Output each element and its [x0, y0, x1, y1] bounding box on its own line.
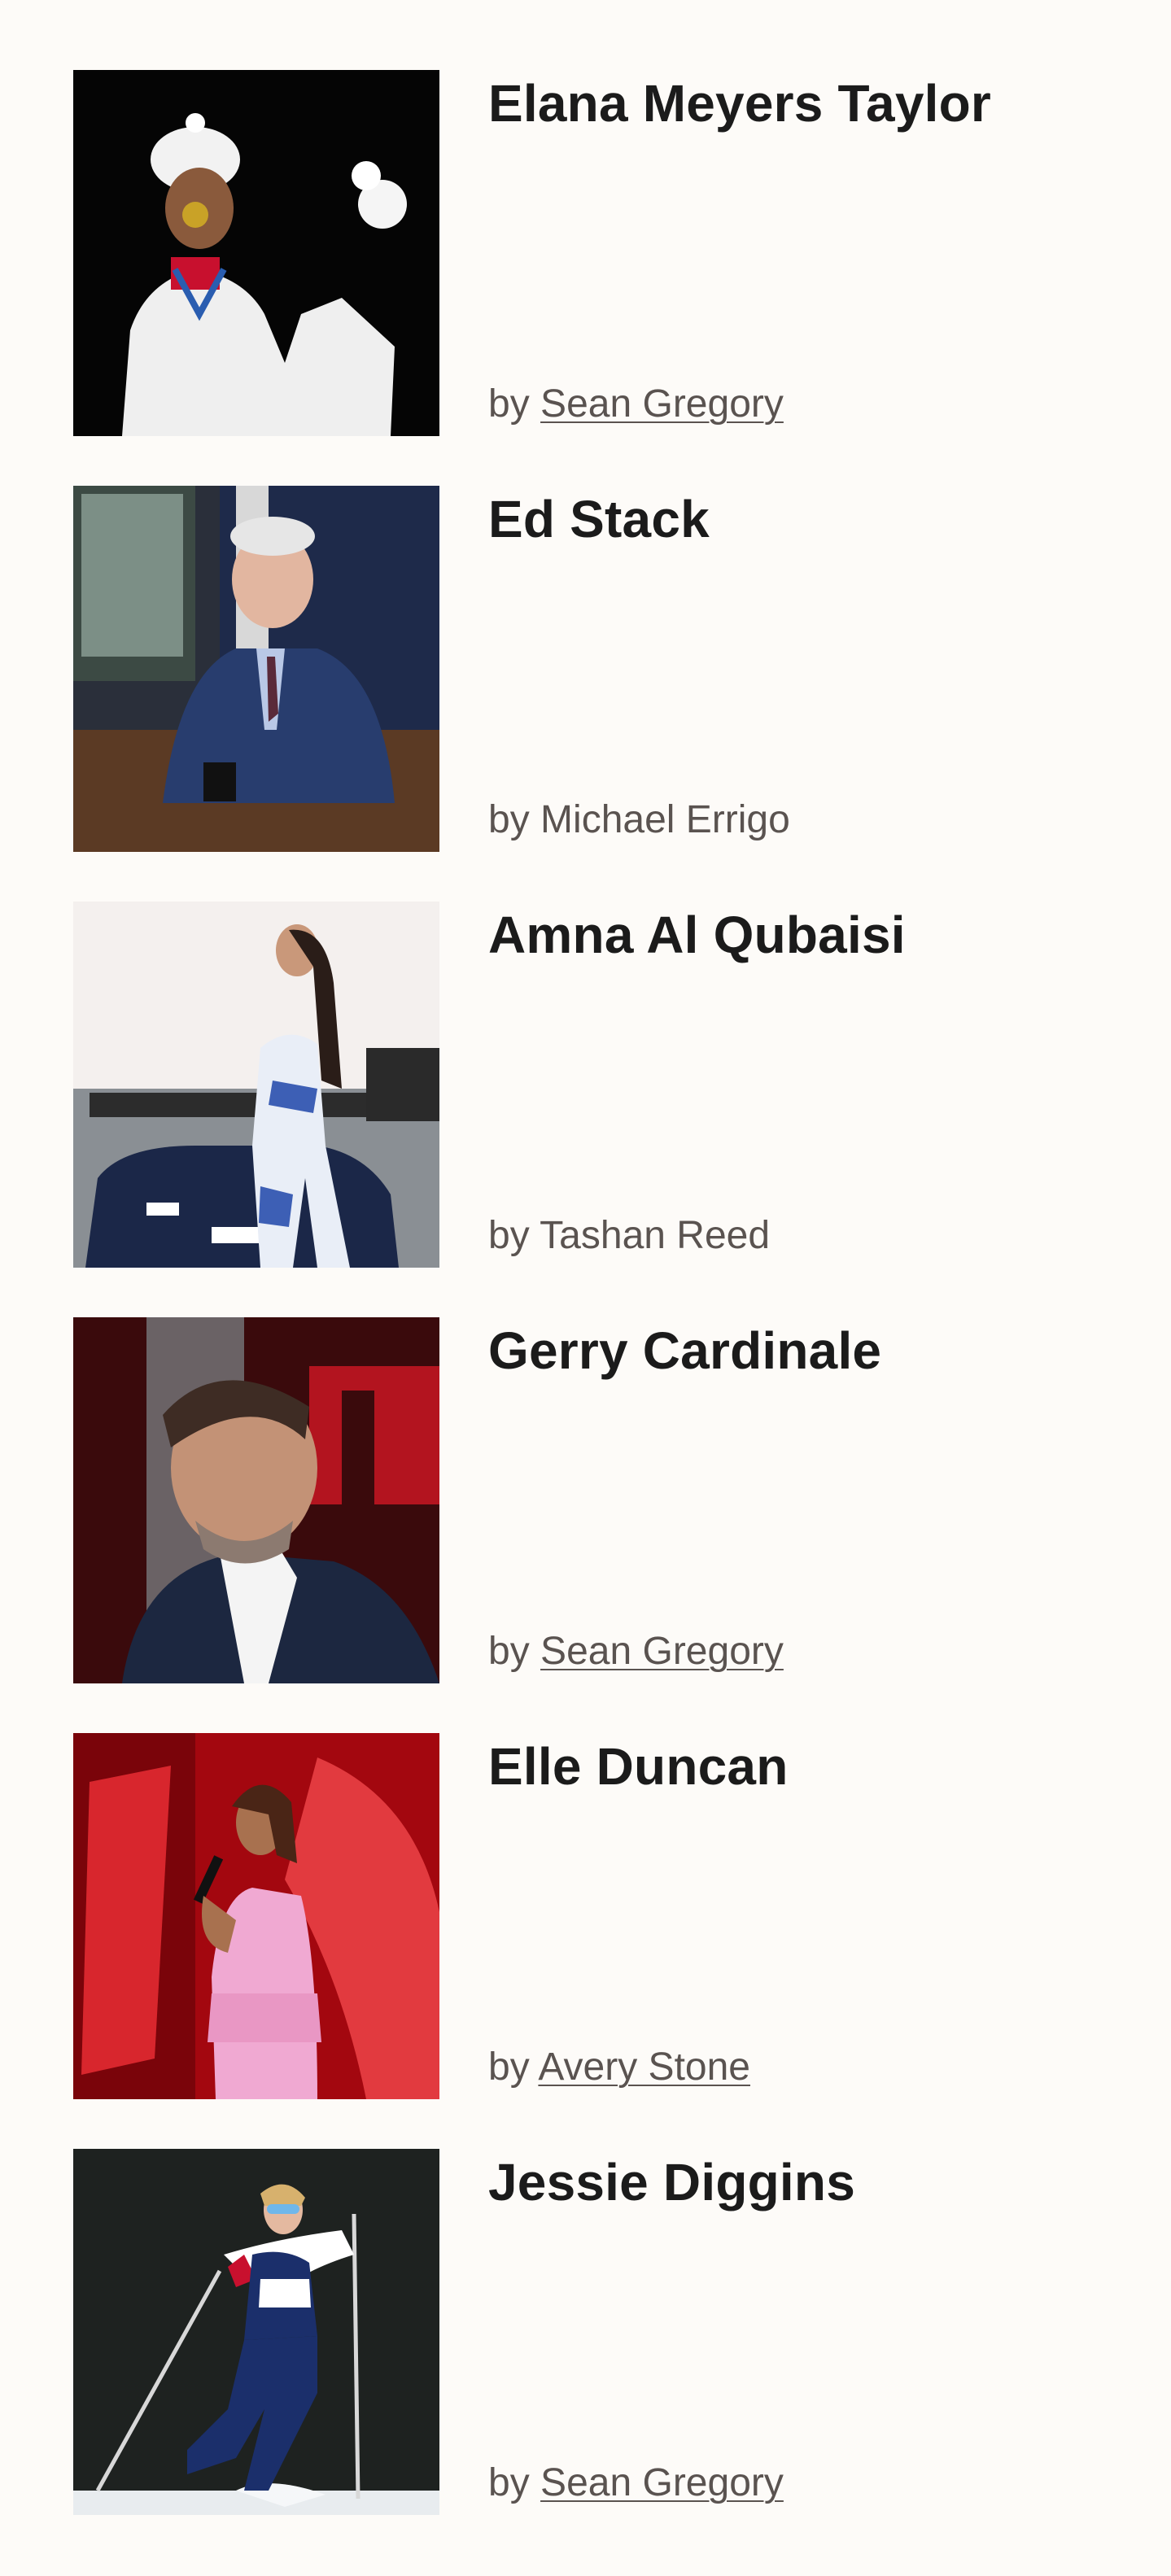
stage-host-photo — [73, 1733, 439, 2099]
profile-text: Jessie Diggins by Sean Gregory — [488, 2149, 1131, 2515]
by-label: by — [488, 1630, 530, 1673]
list-item: Elana Meyers Taylor by Sean Gregory — [73, 70, 1131, 436]
cross-country-skier-photo — [73, 2149, 439, 2515]
byline: by Michael Errigo — [488, 797, 790, 844]
profile-name[interactable]: Ed Stack — [488, 486, 1131, 551]
profile-list: Elana Meyers Taylor by Sean Gregory Ed S… — [73, 70, 1131, 2565]
author-link[interactable]: Sean Gregory — [540, 2461, 784, 2504]
list-item: Gerry Cardinale by Sean Gregory — [73, 1317, 1131, 1683]
byline: by Sean Gregory — [488, 2460, 784, 2507]
by-label: by — [488, 2046, 530, 2089]
profile-text: Elana Meyers Taylor by Sean Gregory — [488, 70, 1131, 436]
profile-name[interactable]: Elana Meyers Taylor — [488, 70, 1131, 135]
profile-photo[interactable] — [73, 1733, 439, 2099]
by-label: by — [488, 1214, 530, 1257]
by-label: by — [488, 2461, 530, 2504]
executive-desk-photo — [73, 486, 439, 852]
author-name: Michael Errigo — [540, 798, 790, 841]
profile-text: Elle Duncan by Avery Stone — [488, 1733, 1131, 2099]
profile-photo[interactable] — [73, 486, 439, 852]
profile-name[interactable]: Gerry Cardinale — [488, 1317, 1131, 1382]
byline: by Sean Gregory — [488, 1628, 784, 1675]
author-link[interactable]: Avery Stone — [538, 2046, 750, 2089]
byline: by Tashan Reed — [488, 1212, 770, 1260]
profile-text: Gerry Cardinale by Sean Gregory — [488, 1317, 1131, 1683]
list-item: Ed Stack by Michael Errigo — [73, 486, 1131, 852]
list-item: Jessie Diggins by Sean Gregory — [73, 2149, 1131, 2515]
racing-driver-photo — [73, 902, 439, 1268]
author-link[interactable]: Sean Gregory — [540, 1630, 784, 1673]
list-item: Elle Duncan by Avery Stone — [73, 1733, 1131, 2099]
by-label: by — [488, 382, 530, 426]
author-link[interactable]: Sean Gregory — [540, 382, 784, 426]
profile-name[interactable]: Amna Al Qubaisi — [488, 902, 1131, 967]
byline: by Avery Stone — [488, 2044, 750, 2091]
businessman-portrait-photo — [73, 1317, 439, 1683]
profile-photo[interactable] — [73, 2149, 439, 2515]
profile-name[interactable]: Elle Duncan — [488, 1733, 1131, 1798]
profile-photo[interactable] — [73, 1317, 439, 1683]
by-label: by — [488, 798, 530, 841]
author-name: Tashan Reed — [540, 1214, 771, 1257]
profile-photo[interactable] — [73, 70, 439, 436]
profile-text: Ed Stack by Michael Errigo — [488, 486, 1131, 852]
list-item: Amna Al Qubaisi by Tashan Reed — [73, 902, 1131, 1268]
byline: by Sean Gregory — [488, 381, 784, 428]
athlete-medal-photo — [73, 70, 439, 436]
profile-name[interactable]: Jessie Diggins — [488, 2149, 1131, 2214]
profile-photo[interactable] — [73, 902, 439, 1268]
profile-text: Amna Al Qubaisi by Tashan Reed — [488, 902, 1131, 1268]
